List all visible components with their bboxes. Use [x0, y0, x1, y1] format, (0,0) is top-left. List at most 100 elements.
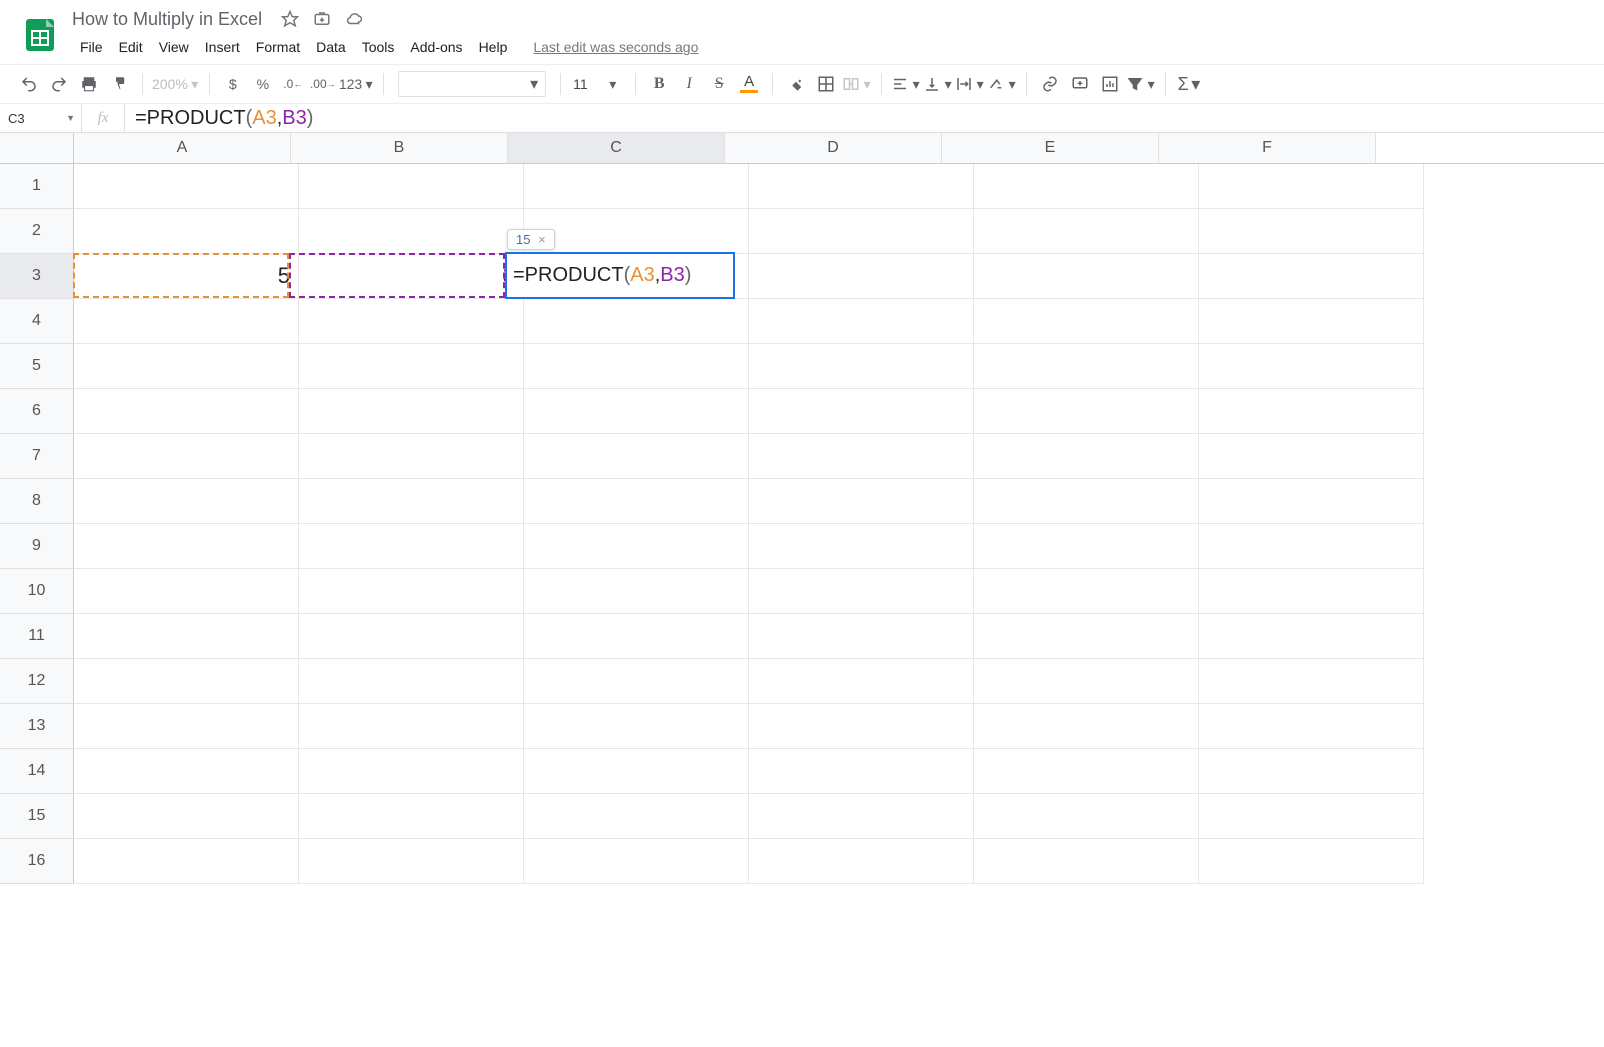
cell-f15[interactable] — [1199, 794, 1424, 839]
col-header-f[interactable]: F — [1159, 133, 1376, 163]
cell-d1[interactable] — [749, 164, 974, 209]
menu-tools[interactable]: Tools — [354, 35, 403, 59]
row-header-1[interactable]: 1 — [0, 164, 74, 209]
cell-b4[interactable] — [299, 299, 524, 344]
text-wrap-button[interactable]: ▾ — [955, 70, 985, 98]
print-button[interactable] — [75, 70, 103, 98]
cell-f3[interactable] — [1199, 254, 1424, 299]
row-header-6[interactable]: 6 — [0, 389, 74, 434]
cell-a6[interactable] — [74, 389, 299, 434]
cell-b8[interactable] — [299, 479, 524, 524]
zoom-select[interactable]: 200%▾ — [152, 70, 200, 98]
cell-a10[interactable] — [74, 569, 299, 614]
cell-e8[interactable] — [974, 479, 1199, 524]
cell-d9[interactable] — [749, 524, 974, 569]
currency-button[interactable]: $ — [219, 70, 247, 98]
v-align-button[interactable]: ▾ — [923, 70, 953, 98]
font-size-select[interactable]: 11▾ — [573, 72, 623, 96]
row-header-5[interactable]: 5 — [0, 344, 74, 389]
cell-c15[interactable] — [524, 794, 749, 839]
name-box[interactable]: C3 ▼ — [0, 104, 82, 132]
bold-button[interactable]: B — [645, 70, 673, 98]
last-edit-link[interactable]: Last edit was seconds ago — [533, 39, 698, 55]
merge-cells-button[interactable]: ▾ — [842, 70, 872, 98]
cell-c8[interactable] — [524, 479, 749, 524]
active-cell-c3[interactable]: =PRODUCT(A3,B3) — [505, 252, 735, 299]
paint-format-button[interactable] — [105, 70, 133, 98]
cell-d3[interactable] — [749, 254, 974, 299]
row-header-12[interactable]: 12 — [0, 659, 74, 704]
cell-d10[interactable] — [749, 569, 974, 614]
insert-chart-button[interactable] — [1096, 70, 1124, 98]
cell-e4[interactable] — [974, 299, 1199, 344]
menu-format[interactable]: Format — [248, 35, 308, 59]
cell-d11[interactable] — [749, 614, 974, 659]
cell-a8[interactable] — [74, 479, 299, 524]
text-rotation-button[interactable]: ▾ — [987, 70, 1017, 98]
cell-b6[interactable] — [299, 389, 524, 434]
insert-link-button[interactable] — [1036, 70, 1064, 98]
move-icon[interactable] — [312, 9, 332, 29]
cell-c1[interactable] — [524, 164, 749, 209]
cell-b13[interactable] — [299, 704, 524, 749]
cell-e9[interactable] — [974, 524, 1199, 569]
strikethrough-button[interactable]: S — [705, 70, 733, 98]
cell-e14[interactable] — [974, 749, 1199, 794]
row-header-9[interactable]: 9 — [0, 524, 74, 569]
cell-b15[interactable] — [299, 794, 524, 839]
select-all-corner[interactable] — [0, 133, 74, 163]
cell-c4[interactable] — [524, 299, 749, 344]
cell-d15[interactable] — [749, 794, 974, 839]
close-icon[interactable]: × — [538, 232, 546, 247]
cell-f11[interactable] — [1199, 614, 1424, 659]
cell-a3[interactable]: 5 — [74, 254, 299, 299]
menu-help[interactable]: Help — [471, 35, 516, 59]
formula-bar[interactable]: =PRODUCT(A3,B3) — [125, 104, 1604, 132]
cell-e13[interactable] — [974, 704, 1199, 749]
cell-f9[interactable] — [1199, 524, 1424, 569]
doc-title[interactable]: How to Multiply in Excel — [72, 9, 262, 30]
cell-a1[interactable] — [74, 164, 299, 209]
cell-c9[interactable] — [524, 524, 749, 569]
cell-e7[interactable] — [974, 434, 1199, 479]
cell-a5[interactable] — [74, 344, 299, 389]
filter-button[interactable]: ▾ — [1126, 70, 1156, 98]
cell-b14[interactable] — [299, 749, 524, 794]
cell-a11[interactable] — [74, 614, 299, 659]
menu-view[interactable]: View — [151, 35, 197, 59]
row-header-16[interactable]: 16 — [0, 839, 74, 884]
cell-d12[interactable] — [749, 659, 974, 704]
cell-d2[interactable] — [749, 209, 974, 254]
text-color-button[interactable]: A — [735, 70, 763, 98]
row-header-11[interactable]: 11 — [0, 614, 74, 659]
cell-f7[interactable] — [1199, 434, 1424, 479]
cell-a7[interactable] — [74, 434, 299, 479]
cell-d8[interactable] — [749, 479, 974, 524]
fill-color-button[interactable] — [782, 70, 810, 98]
cell-f1[interactable] — [1199, 164, 1424, 209]
cell-e10[interactable] — [974, 569, 1199, 614]
cell-d14[interactable] — [749, 749, 974, 794]
cell-c7[interactable] — [524, 434, 749, 479]
cell-f14[interactable] — [1199, 749, 1424, 794]
undo-button[interactable] — [15, 70, 43, 98]
col-header-d[interactable]: D — [725, 133, 942, 163]
menu-file[interactable]: File — [72, 35, 111, 59]
cell-e3[interactable] — [974, 254, 1199, 299]
cell-b11[interactable] — [299, 614, 524, 659]
cell-f5[interactable] — [1199, 344, 1424, 389]
menu-data[interactable]: Data — [308, 35, 354, 59]
functions-button[interactable]: Σ▾ — [1175, 70, 1203, 98]
row-header-14[interactable]: 14 — [0, 749, 74, 794]
cell-f2[interactable] — [1199, 209, 1424, 254]
cell-f4[interactable] — [1199, 299, 1424, 344]
cell-d16[interactable] — [749, 839, 974, 884]
cell-f10[interactable] — [1199, 569, 1424, 614]
cell-b12[interactable] — [299, 659, 524, 704]
cell-a16[interactable] — [74, 839, 299, 884]
borders-button[interactable] — [812, 70, 840, 98]
cell-f12[interactable] — [1199, 659, 1424, 704]
row-header-2[interactable]: 2 — [0, 209, 74, 254]
star-icon[interactable] — [280, 9, 300, 29]
menu-edit[interactable]: Edit — [111, 35, 151, 59]
